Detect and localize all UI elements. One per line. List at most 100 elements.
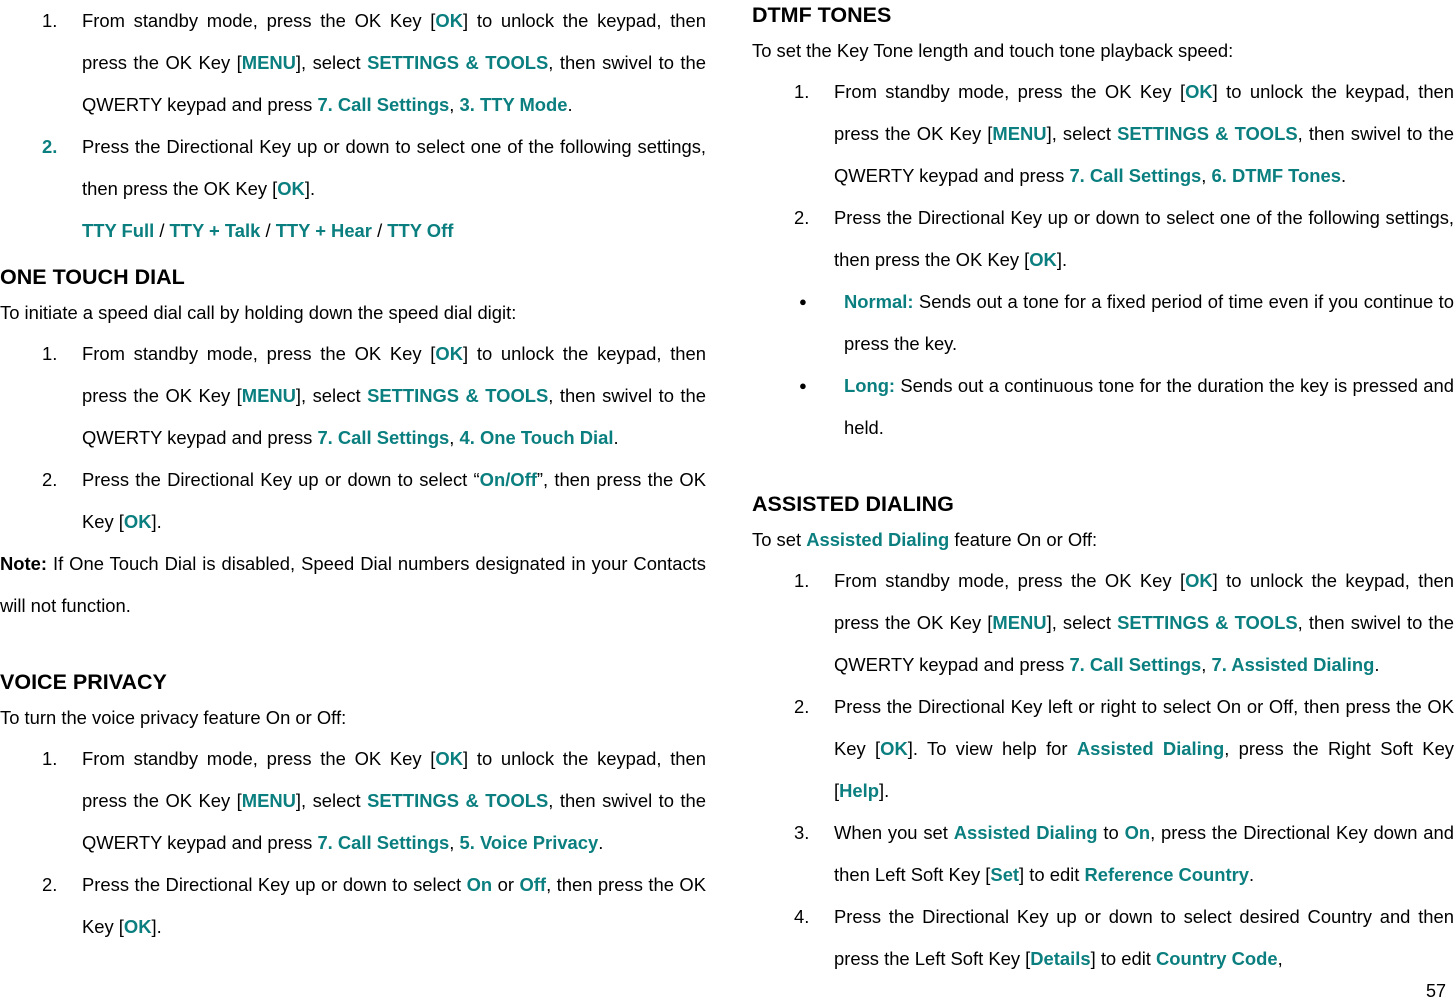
key-menu: MENU (241, 52, 296, 73)
note-text: If One Touch Dial is disabled, Speed Dia… (0, 553, 706, 616)
key-ok: OK (880, 738, 908, 759)
step-text-part: ], select (295, 52, 368, 73)
step-text: Press the Directional Key up or down to … (82, 864, 706, 948)
menu-settings-tools: SETTINGS & TOOLS (367, 790, 549, 811)
list-item: Press the Directional Key left or right … (752, 686, 1454, 812)
step-text-part: ], select (295, 790, 368, 811)
section-lead: To initiate a speed dial call by holding… (0, 302, 517, 323)
menu-voice-privacy: 5. Voice Privacy (459, 832, 599, 853)
menu-settings-tools: SETTINGS & TOOLS (367, 385, 549, 406)
step-text-part: Press the Directional Key up or down to … (834, 207, 1454, 270)
step-text-part: , (449, 94, 460, 115)
list-item: From standby mode, press the OK Key [OK]… (0, 333, 706, 459)
step-text-part: ]. To view help for (907, 738, 1077, 759)
one-touch-dial-steps: From standby mode, press the OK Key [OK]… (0, 333, 706, 543)
key-menu: MENU (241, 790, 296, 811)
step-text-part: . (613, 427, 619, 448)
step-text: Press the Directional Key up or down to … (834, 896, 1454, 980)
note-label: Note: (0, 553, 47, 574)
step-text: Press the Directional Key up or down to … (82, 459, 706, 543)
menu-assisted-dialing: 7. Assisted Dialing (1211, 654, 1375, 675)
list-item: Press the Directional Key up or down to … (0, 459, 706, 543)
list-item: Long: Sends out a continuous tone for th… (794, 365, 1454, 449)
step-text-part: or (492, 874, 520, 895)
option-long-label: Long: (844, 375, 896, 396)
key-ok: OK (277, 178, 305, 199)
step-text-part: . (598, 832, 604, 853)
key-ok: OK (123, 511, 152, 532)
list-item: From standby mode, press the OK Key [OK]… (0, 738, 706, 864)
menu-call-settings: 7. Call Settings (1069, 654, 1202, 675)
option-long-description: Sends out a continuous tone for the dura… (844, 375, 1454, 438)
step-text-part: ]. (151, 916, 162, 937)
section-title-assisted-dialing: ASSISTED DIALING (752, 492, 954, 516)
step-text-part: From standby mode, press the OK Key [ (82, 343, 436, 364)
section-title-dtmf-tones: DTMF TONES (752, 3, 892, 27)
softkey-help: Help (839, 780, 879, 801)
option-on: On (466, 874, 493, 895)
step-text-part: ] to edit (1090, 948, 1157, 969)
step-text-part: . (1374, 654, 1380, 675)
key-ok: OK (123, 916, 152, 937)
two-column-layout: From standby mode, press the OK Key [OK]… (0, 0, 1454, 1004)
section-lead: To set Assisted Dialing feature On or Of… (752, 523, 1454, 556)
voice-privacy-steps: From standby mode, press the OK Key [OK]… (0, 738, 706, 948)
section-title-voice-privacy: VOICE PRIVACY (0, 670, 167, 694)
option-tty-hear: TTY + Hear (275, 220, 372, 241)
lead-text-part: feature On or Off: (949, 529, 1098, 550)
field-reference-country: Reference Country (1084, 864, 1250, 885)
key-menu: MENU (992, 612, 1047, 633)
list-item: From standby mode, press the OK Key [OK]… (752, 71, 1454, 197)
step-text-part: ], select (1046, 123, 1118, 144)
step-text-part: . (567, 94, 573, 115)
softkey-details: Details (1030, 948, 1091, 969)
step-text: From standby mode, press the OK Key [OK]… (82, 738, 706, 864)
step-text: From standby mode, press the OK Key [OK]… (82, 0, 706, 126)
assisted-dialing-steps: From standby mode, press the OK Key [OK]… (752, 560, 1454, 980)
separator: / (154, 220, 170, 241)
dtmf-tone-options: Normal: Sends out a tone for a fixed per… (752, 281, 1454, 449)
left-column: From standby mode, press the OK Key [OK]… (0, 0, 706, 1004)
step-text-part: Press the Directional Key up or down to … (82, 136, 706, 199)
key-ok: OK (1029, 249, 1057, 270)
list-item: Normal: Sends out a tone for a fixed per… (794, 281, 1454, 365)
menu-settings-tools: SETTINGS & TOOLS (1117, 612, 1298, 633)
note-paragraph: Note: If One Touch Dial is disabled, Spe… (0, 543, 706, 627)
menu-call-settings: 7. Call Settings (1069, 165, 1202, 186)
key-ok: OK (435, 748, 463, 769)
dtmf-tones-steps: From standby mode, press the OK Key [OK]… (752, 71, 1454, 281)
lead-text-part: To set (752, 529, 807, 550)
option-normal-description: Sends out a tone for a fixed period of t… (844, 291, 1454, 354)
menu-dtmf-tones: 6. DTMF Tones (1211, 165, 1341, 186)
option-on-off: On/Off (479, 469, 537, 490)
tty-mode-steps: From standby mode, press the OK Key [OK]… (0, 0, 706, 210)
step-text-part: , (1201, 165, 1212, 186)
section-lead: To set the Key Tone length and touch ton… (752, 40, 1234, 61)
list-item: When you set Assisted Dialing to On, pre… (752, 812, 1454, 896)
step-text-part: Press the Directional Key up or down to … (82, 874, 467, 895)
key-ok: OK (435, 10, 463, 31)
step-text-part: ]. (304, 178, 316, 199)
list-item: Press the Directional Key up or down to … (0, 126, 706, 210)
list-item: From standby mode, press the OK Key [OK]… (752, 560, 1454, 686)
step-text: Press the Directional Key left or right … (834, 686, 1454, 812)
step-text-part: , (1201, 654, 1212, 675)
page-number: 57 (1425, 981, 1446, 1001)
step-text-part: ], select (295, 385, 368, 406)
step-text-part: , (449, 427, 460, 448)
list-item: Press the Directional Key up or down to … (0, 864, 706, 948)
step-text-part: ] to edit (1019, 864, 1085, 885)
step-text-part: to (1097, 822, 1125, 843)
step-text: From standby mode, press the OK Key [OK]… (82, 333, 706, 459)
key-ok: OK (435, 343, 463, 364)
step-text-part: , (449, 832, 460, 853)
document-page: From standby mode, press the OK Key [OK]… (0, 0, 1454, 1004)
step-text: From standby mode, press the OK Key [OK]… (834, 71, 1454, 197)
list-item: Press the Directional Key up or down to … (752, 197, 1454, 281)
step-text-part: . (1249, 864, 1255, 885)
step-text-part: From standby mode, press the OK Key [ (82, 10, 436, 31)
section-lead: To turn the voice privacy feature On or … (0, 707, 347, 728)
feature-assisted-dialing: Assisted Dialing (953, 822, 1098, 843)
section-title-one-touch-dial: ONE TOUCH DIAL (0, 265, 185, 289)
key-menu: MENU (241, 385, 296, 406)
